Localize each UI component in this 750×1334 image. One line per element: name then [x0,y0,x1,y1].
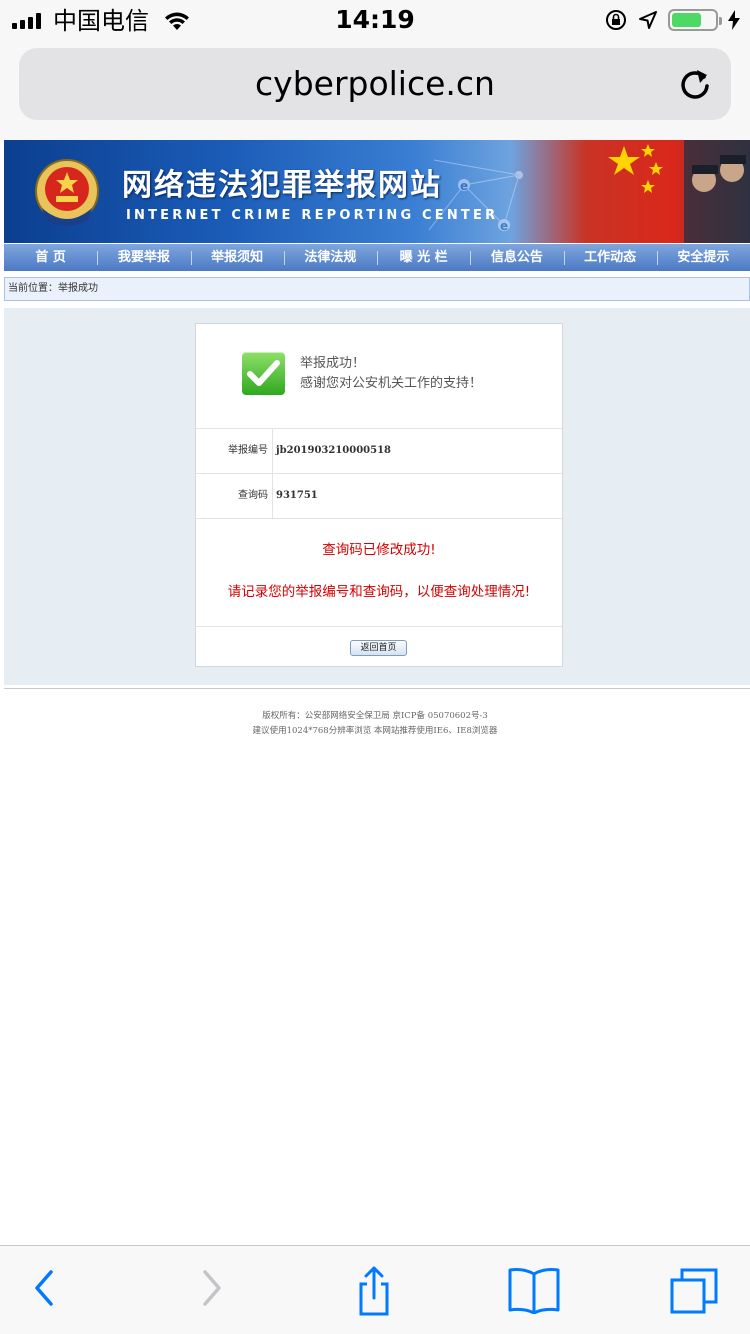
location-icon [639,11,657,29]
back-icon[interactable] [16,1266,72,1316]
battery-icon [668,9,722,31]
nav-item-exposure[interactable]: 曝 光 栏 [377,244,470,271]
forward-icon[interactable] [184,1266,240,1316]
nav-item-home[interactable]: 首 页 [4,244,97,271]
record-info-notice: 请记录您的举报编号和查询码，以便查询处理情况! [227,584,531,600]
query-code-row: 查询码 931751 [196,474,562,519]
tabs-icon[interactable] [666,1266,722,1316]
status-bar: 中国电信 14:19 [0,0,750,40]
query-code-value: 931751 [276,490,318,501]
address-bar[interactable]: cyberpolice.cn [19,48,731,120]
main-nav: 首 页 我要举报 举报须知 法律法规 曝 光 栏 信息公告 工作动态 安全提示 [4,244,750,271]
police-emblem [35,159,99,226]
nav-item-news[interactable]: 工作动态 [563,244,657,271]
charging-icon [728,10,740,30]
svg-text:e: e [460,179,468,193]
web-page: e e 网络违法犯罪举报网站 INTERNET CRIME REPORTING … [0,140,750,1245]
footer-divider [4,688,750,689]
back-home-button[interactable]: 返回首页 [350,640,407,656]
footer-browser-note: 建议使用1024*768分辨率浏览 本网站推荐使用IE6、IE8浏览器 [252,726,498,736]
browser-toolbar [0,1245,750,1334]
report-number-label: 举报编号 [196,429,273,473]
flag-graphic [608,140,750,243]
nav-item-report[interactable]: 我要举报 [97,244,190,271]
query-code-label: 查询码 [196,474,273,518]
nav-item-safety-tips[interactable]: 安全提示 [656,244,750,271]
success-header: 举报成功！ 感谢您对公安机关工作的支持！ [196,324,562,429]
site-subtitle: INTERNET CRIME REPORTING CENTER [126,208,499,223]
bookmarks-icon[interactable] [506,1266,562,1316]
report-number-row: 举报编号 jb201903210000518 [196,429,562,474]
result-card: 举报成功！ 感谢您对公安机关工作的支持！ 举报编号 jb201903210000… [195,323,563,667]
svg-text:e: e [500,219,508,233]
share-icon[interactable] [346,1266,402,1316]
breadcrumb: 当前位置：举报成功 [4,277,750,301]
site-banner: e e 网络违法犯罪举报网站 INTERNET CRIME REPORTING … [4,140,750,243]
site-title: 网络违法犯罪举报网站 [122,168,442,203]
nav-item-announcements[interactable]: 信息公告 [470,244,563,271]
check-icon [242,352,285,395]
report-number-value: jb201903210000518 [276,445,391,456]
nav-item-guidelines[interactable]: 举报须知 [190,244,284,271]
orientation-lock-icon [606,10,626,30]
footer-copyright: 版权所有：公安部网络安全保卫局 京ICP备 05070602号-3 [262,711,488,721]
browser-address-area: cyberpolice.cn [0,40,750,140]
query-code-updated-notice: 查询码已修改成功! [322,542,436,558]
success-message: 感谢您对公安机关工作的支持！ [300,376,483,391]
world-map-graphic: e e [428,159,523,233]
url-text[interactable]: cyberpolice.cn [19,48,731,120]
notice-area: 查询码已修改成功! 请记录您的举报编号和查询码，以便查询处理情况! [196,520,562,627]
reload-icon[interactable] [677,66,713,102]
success-title: 举报成功！ [300,356,366,371]
nav-item-laws[interactable]: 法律法规 [283,244,377,271]
